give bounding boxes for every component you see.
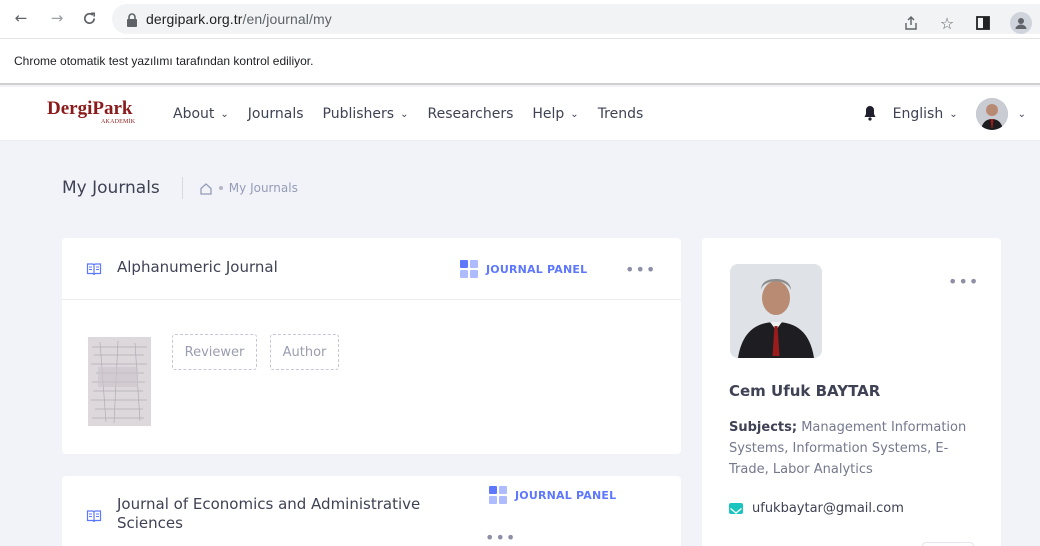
menu-publishers[interactable]: Publishers ⌄	[323, 106, 409, 122]
grid-icon	[489, 486, 507, 504]
menu-journals[interactable]: Journals	[248, 106, 304, 122]
language-selector[interactable]: English ⌄	[893, 106, 958, 122]
journal-cover[interactable]	[88, 337, 151, 426]
grid-icon	[460, 260, 478, 278]
menu-about[interactable]: About ⌄	[173, 106, 229, 122]
more-options-icon[interactable]: •••	[948, 274, 979, 290]
book-icon	[86, 261, 102, 277]
journal-card-header: Alphanumeric Journal JOURNAL PANEL •••	[62, 238, 681, 300]
role-reviewer[interactable]: Reviewer	[172, 334, 257, 370]
user-menu[interactable]: ⌄	[975, 98, 1026, 130]
bell-icon[interactable]	[863, 105, 879, 123]
breadcrumb[interactable]: My Journals	[229, 181, 298, 195]
chevron-down-icon: ⌄	[400, 108, 409, 120]
chevron-down-icon: ⌄	[570, 108, 579, 120]
chevron-down-icon: ⌄	[220, 108, 229, 120]
journal-title[interactable]: Alphanumeric Journal	[117, 258, 278, 276]
menu-researchers[interactable]: Researchers	[427, 106, 513, 122]
profile-email[interactable]: ufukbaytar@gmail.com	[729, 501, 904, 516]
browser-toolbar: ← → dergipark.org.tr/en/journal/my ☆	[0, 0, 1040, 38]
profile-photo	[730, 264, 822, 358]
subheader: My Journals My Journals	[62, 170, 298, 206]
more-options-icon[interactable]: •••	[625, 262, 656, 278]
header-actions: English ⌄ ⌄	[863, 87, 1026, 141]
profile-card: ••• Cem Ufuk BAYTAR Subjects; Management…	[702, 238, 1001, 546]
profile-subjects: Subjects; Management Information Systems…	[729, 420, 967, 477]
side-panel-icon[interactable]	[974, 14, 992, 32]
divider	[181, 177, 183, 199]
profile-action-button[interactable]	[922, 542, 974, 546]
automation-infobar: Chrome otomatik test yazılımı tarafından…	[0, 38, 1040, 85]
journal-title[interactable]: Journal of Economics and Administrative …	[117, 495, 462, 533]
infobar-text: Chrome otomatik test yazılımı tarafından…	[14, 54, 314, 68]
site-header: DergiPark AKADEMİK About ⌄ Journals Publi…	[0, 87, 1040, 141]
menu-trends[interactable]: Trends	[598, 106, 644, 122]
lock-icon	[126, 12, 138, 27]
book-icon	[86, 508, 102, 524]
avatar	[975, 98, 1008, 130]
page-title: My Journals	[62, 178, 160, 198]
forward-arrow-icon[interactable]: →	[48, 9, 66, 27]
breadcrumb-separator	[218, 186, 223, 190]
main-menu: About ⌄ Journals Publishers ⌄ Researchers …	[173, 87, 662, 141]
dergipark-logo[interactable]: DergiPark AKADEMİK	[47, 99, 147, 129]
share-icon[interactable]	[902, 14, 920, 32]
journal-card: Alphanumeric Journal JOURNAL PANEL ••• R…	[62, 238, 681, 454]
back-arrow-icon[interactable]: ←	[12, 9, 30, 27]
journal-panel-button[interactable]: JOURNAL PANEL	[460, 260, 587, 278]
journal-card: Journal of Economics and Administrative …	[62, 476, 681, 546]
reload-icon[interactable]	[80, 9, 98, 27]
chevron-down-icon: ⌄	[949, 108, 958, 120]
chevron-down-icon: ⌄	[1017, 108, 1026, 120]
journal-panel-button[interactable]: JOURNAL PANEL	[489, 486, 616, 504]
url-text: dergipark.org.tr/en/journal/my	[146, 11, 332, 27]
profile-name: Cem Ufuk BAYTAR	[729, 382, 881, 400]
bookmark-star-icon[interactable]: ☆	[938, 14, 956, 33]
menu-help[interactable]: Help ⌄	[532, 106, 578, 122]
more-options-icon[interactable]: •••	[485, 530, 516, 546]
home-icon[interactable]	[199, 181, 213, 195]
mail-icon	[729, 503, 743, 514]
browser-profile-icon[interactable]	[1010, 12, 1032, 34]
role-author[interactable]: Author	[270, 334, 339, 370]
browser-actions: ☆	[902, 8, 1040, 38]
address-bar[interactable]: dergipark.org.tr/en/journal/my ☆	[112, 4, 1040, 34]
